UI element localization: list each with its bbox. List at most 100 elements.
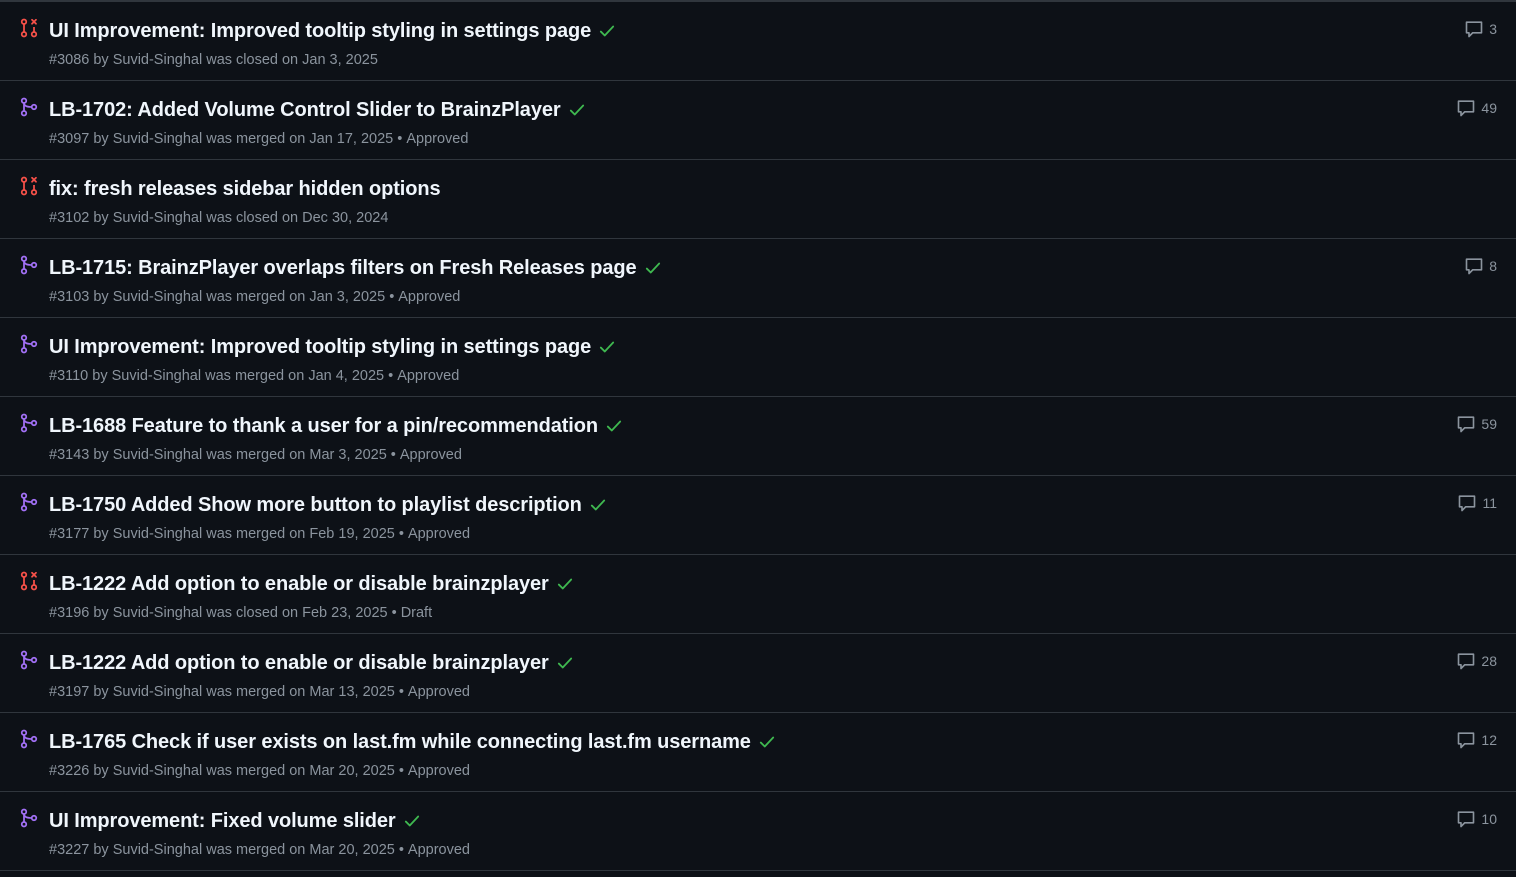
title-line: UI Improvement: Fixed volume slider <box>49 807 421 835</box>
author-link[interactable]: Suvid-Singhal <box>113 842 202 858</box>
title-line: fix: fresh releases sidebar hidden optio… <box>49 175 441 203</box>
state-action: was merged on <box>206 763 306 779</box>
pull-request-title[interactable]: UI Improvement: Improved tooltip styling… <box>49 20 591 43</box>
comment-count: 11 <box>1482 495 1497 511</box>
git-pull-request-closed-icon <box>19 176 39 196</box>
pull-request-number: #3227 <box>49 842 90 858</box>
state-date: Jan 4, 2025 <box>308 368 385 384</box>
state-action: was closed on <box>206 605 299 621</box>
pull-request-meta: #3086 by Suvid-Singhal was closed on Jan… <box>49 52 378 68</box>
state-action: was merged on <box>206 289 306 305</box>
comments-link[interactable]: 12 <box>1456 730 1497 750</box>
pull-request-meta: #3197 by Suvid-Singhal was merged on Mar… <box>49 684 470 700</box>
check-success-icon[interactable] <box>589 496 607 514</box>
check-success-icon[interactable] <box>556 654 574 672</box>
state-action: was merged on <box>206 526 306 542</box>
review-status: Approved <box>397 368 460 384</box>
check-success-icon[interactable] <box>598 22 616 40</box>
pull-request-number: #3103 <box>49 289 90 305</box>
state-date: Feb 23, 2025 <box>302 605 388 621</box>
author-link[interactable]: Suvid-Singhal <box>113 131 202 147</box>
comments-link[interactable]: 11 <box>1457 493 1497 513</box>
check-success-icon[interactable] <box>758 733 776 751</box>
pull-request-number: #3110 <box>49 368 89 384</box>
check-success-icon[interactable] <box>644 259 662 277</box>
state-action: was merged on <box>206 842 306 858</box>
author-link[interactable]: Suvid-Singhal <box>113 447 202 463</box>
pull-request-meta: #3227 by Suvid-Singhal was merged on Mar… <box>49 842 470 858</box>
pull-request-title[interactable]: LB-1702: Added Volume Control Slider to … <box>49 99 561 122</box>
title-line: LB-1715: BrainzPlayer overlaps filters o… <box>49 254 662 282</box>
author-link[interactable]: Suvid-Singhal <box>113 605 202 621</box>
comments-link[interactable]: 10 <box>1456 809 1497 829</box>
review-status: Approved <box>407 684 470 700</box>
pull-request-title[interactable]: LB-1222 Add option to enable or disable … <box>49 573 549 596</box>
check-success-icon[interactable] <box>403 812 421 830</box>
pull-request-meta: #3097 by Suvid-Singhal was merged on Jan… <box>49 131 469 147</box>
pull-request-title[interactable]: UI Improvement: Fixed volume slider <box>49 810 396 833</box>
pull-request-meta: #3196 by Suvid-Singhal was closed on Feb… <box>49 605 433 621</box>
pull-request-row[interactable]: LB-1688 Feature to thank a user for a pi… <box>0 397 1516 476</box>
pull-request-row[interactable]: LB-1222 Add option to enable or disable … <box>0 555 1516 634</box>
comments-link[interactable]: 8 <box>1464 256 1497 276</box>
pull-request-title[interactable]: LB-1715: BrainzPlayer overlaps filters o… <box>49 257 637 280</box>
title-line: UI Improvement: Improved tooltip styling… <box>49 333 616 361</box>
check-success-icon[interactable] <box>568 101 586 119</box>
pull-request-row[interactable]: UI Improvement: Improved tooltip styling… <box>0 318 1516 397</box>
check-success-icon[interactable] <box>598 338 616 356</box>
author-link[interactable]: Suvid-Singhal <box>113 210 202 226</box>
comments-link[interactable]: 28 <box>1456 651 1497 671</box>
comment-icon <box>1456 414 1476 434</box>
pull-request-title[interactable]: LB-1222 Add option to enable or disable … <box>49 652 549 675</box>
pull-request-meta: #3226 by Suvid-Singhal was merged on Mar… <box>49 763 470 779</box>
git-pull-request-closed-icon <box>19 571 39 591</box>
pull-request-row[interactable]: LB-1750 Added Show more button to playli… <box>0 476 1516 555</box>
pull-request-row[interactable]: UI Improvement: Improved tooltip styling… <box>0 2 1516 81</box>
comments-link[interactable]: 59 <box>1456 414 1497 434</box>
pull-request-title[interactable]: UI Improvement: Improved tooltip styling… <box>49 336 591 359</box>
author-link[interactable]: Suvid-Singhal <box>113 526 202 542</box>
author-link[interactable]: Suvid-Singhal <box>112 368 201 384</box>
state-date: Mar 3, 2025 <box>309 447 387 463</box>
comment-count: 49 <box>1481 100 1497 116</box>
comments-link[interactable]: 49 <box>1456 98 1497 118</box>
comment-count: 3 <box>1489 21 1497 37</box>
pull-request-number: #3097 <box>49 131 90 147</box>
title-line: LB-1702: Added Volume Control Slider to … <box>49 96 586 124</box>
review-status: Approved <box>398 289 461 305</box>
author-link[interactable]: Suvid-Singhal <box>113 763 202 779</box>
state-date: Mar 20, 2025 <box>309 763 395 779</box>
git-merge-icon <box>19 729 39 749</box>
author-link[interactable]: Suvid-Singhal <box>113 52 202 68</box>
pull-request-title[interactable]: LB-1688 Feature to thank a user for a pi… <box>49 415 598 438</box>
pull-request-meta: #3143 by Suvid-Singhal was merged on Mar… <box>49 447 462 463</box>
review-status: Approved <box>399 447 462 463</box>
state-date: Feb 19, 2025 <box>309 526 395 542</box>
check-success-icon[interactable] <box>605 417 623 435</box>
pull-request-title[interactable]: LB-1765 Check if user exists on last.fm … <box>49 731 751 754</box>
pull-request-row[interactable]: LB-1765 Check if user exists on last.fm … <box>0 713 1516 792</box>
check-success-icon[interactable] <box>556 575 574 593</box>
title-line: LB-1750 Added Show more button to playli… <box>49 491 607 519</box>
author-link[interactable]: Suvid-Singhal <box>113 289 202 305</box>
pull-request-row[interactable]: LB-1715: BrainzPlayer overlaps filters o… <box>0 239 1516 318</box>
pull-request-row[interactable]: fix: fresh releases sidebar hidden optio… <box>0 160 1516 239</box>
comments-link[interactable]: 3 <box>1464 19 1497 39</box>
title-line: UI Improvement: Improved tooltip styling… <box>49 17 616 45</box>
pull-request-title[interactable]: LB-1750 Added Show more button to playli… <box>49 494 582 517</box>
pull-request-meta: #3102 by Suvid-Singhal was closed on Dec… <box>49 210 389 226</box>
git-merge-icon <box>19 808 39 828</box>
pull-request-row[interactable]: UI Improvement: Fixed volume slider #322… <box>0 792 1516 871</box>
pull-request-row[interactable]: LB-1222 Add option to enable or disable … <box>0 634 1516 713</box>
comment-icon <box>1464 19 1484 39</box>
state-action: was merged on <box>206 447 306 463</box>
git-pull-request-closed-icon <box>19 18 39 38</box>
review-status: Approved <box>407 763 470 779</box>
pull-request-number: #3086 <box>49 52 90 68</box>
pull-request-list: UI Improvement: Improved tooltip styling… <box>0 0 1516 877</box>
state-action: was merged on <box>205 368 305 384</box>
author-link[interactable]: Suvid-Singhal <box>113 684 202 700</box>
pull-request-row[interactable]: LB-1702: Added Volume Control Slider to … <box>0 81 1516 160</box>
pull-request-number: #3102 <box>49 210 90 226</box>
pull-request-title[interactable]: fix: fresh releases sidebar hidden optio… <box>49 178 441 201</box>
